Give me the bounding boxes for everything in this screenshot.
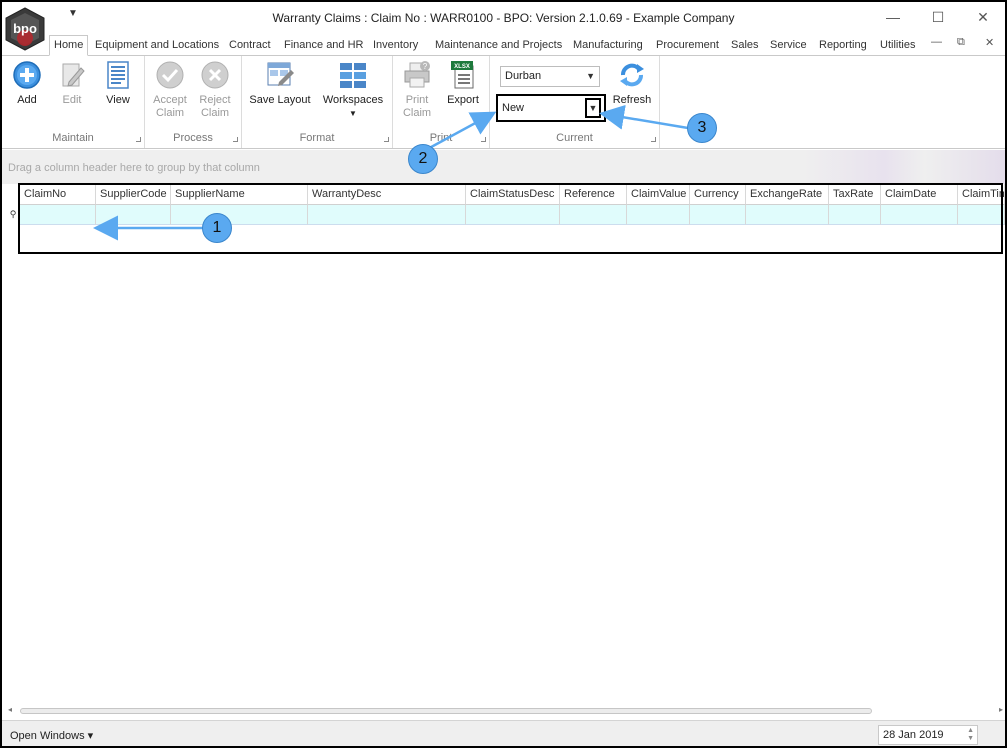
group-current: Durban ▼ New ▼ Refresh Current [490,56,660,148]
refresh-icon [620,63,644,87]
date-value: 28 Jan 2019 [883,729,944,741]
maintain-launcher-icon[interactable] [136,137,141,142]
reject-claim-button[interactable]: Reject Claim [196,60,234,120]
reject-claim-label-2: Claim [200,107,230,119]
status-dropdown-value: New [502,102,525,114]
export-label: Export [447,94,479,106]
status-bar: Open Windows ▾ 28 Jan 2019 ▲ ▼ [2,720,1005,746]
refresh-label: Refresh [612,94,652,106]
group-process: Accept Claim Reject Claim Process [145,56,242,148]
print-claim-button[interactable]: ? Print Claim [399,60,435,120]
print-claim-label-2: Claim [402,107,432,119]
tab-procurement[interactable]: Procurement [656,35,719,56]
scroll-left-icon[interactable]: ◂ [8,705,12,714]
view-document-icon [107,61,129,89]
grid-annotation-box [18,183,1003,254]
add-button[interactable]: Add [10,60,44,107]
group-label-current: Current [556,132,593,144]
tab-maintenance-and-projects[interactable]: Maintenance and Projects [435,35,562,56]
tab-sales[interactable]: Sales [731,35,759,56]
excel-export-icon: XLSX [451,61,474,89]
edit-icon [62,63,85,87]
group-label-format: Format [299,132,335,144]
export-badge-text: XLSX [454,64,470,70]
title-bar: bpo ▼ Warranty Claims : Claim No : WARR0… [2,2,1005,51]
group-label-print: Print [429,132,453,144]
maximize-button[interactable]: ☐ [923,6,953,28]
group-maintain: Add Edit View Maintain [2,56,145,148]
save-layout-label: Save Layout [249,94,311,106]
workspaces-dropdown-icon: ▼ [349,109,357,118]
view-label: View [106,94,130,106]
group-by-panel[interactable]: Drag a column header here to group by th… [2,150,1005,184]
callout-1: 1 [202,213,232,243]
workspaces-label: Workspaces [322,94,384,106]
print-claim-label-1: Print [405,94,429,106]
callout-2: 2 [408,144,438,174]
horizontal-scrollbar[interactable]: ◂ ▸ [6,705,1005,717]
tab-manufacturing[interactable]: Manufacturing [573,35,643,56]
bpo-logo[interactable]: bpo [4,7,46,51]
save-layout-icon [267,62,294,86]
current-launcher-icon[interactable] [651,137,656,142]
group-print: ? Print Claim XLSX Export Print [393,56,490,148]
add-icon [13,61,41,89]
accept-claim-button[interactable]: Accept Claim [151,60,189,120]
accept-claim-label-1: Accept [153,94,187,106]
app-window: bpo ▼ Warranty Claims : Claim No : WARR0… [0,0,1007,748]
logo-text: bpo [13,21,37,36]
tab-equipment-and-locations[interactable]: Equipment and Locations [95,35,219,56]
status-dropdown[interactable]: New ▼ [496,94,606,122]
tab-home[interactable]: Home [49,35,89,56]
group-by-hint: Drag a column header here to group by th… [8,162,260,174]
scroll-right-icon[interactable]: ▸ [999,705,1003,714]
print-launcher-icon[interactable] [481,137,486,142]
site-dropdown-chevron-icon[interactable]: ▼ [586,67,595,86]
close-button[interactable]: ✕ [968,6,998,28]
site-dropdown-value: Durban [505,70,542,82]
x-circle-icon [201,61,229,89]
open-windows-button[interactable]: Open Windows ▾ [10,729,93,742]
refresh-button[interactable]: Refresh [610,60,654,107]
export-button[interactable]: XLSX Export [443,60,483,107]
accept-claim-label-2: Claim [155,107,185,119]
check-icon [156,61,184,89]
scrollbar-thumb[interactable] [20,708,872,714]
tab-contract[interactable]: Contract [229,35,271,56]
tab-reporting[interactable]: Reporting [819,35,867,56]
save-layout-button[interactable]: Save Layout [248,60,312,107]
edit-button[interactable]: Edit [55,60,89,107]
date-field[interactable]: 28 Jan 2019 ▲ ▼ [878,725,978,745]
ribbon-minimize-icon[interactable]: — [931,36,942,48]
ribbon: Add Edit View Maintain Accept Claim Reje… [2,55,1005,149]
add-label: Add [17,94,37,106]
group-label-process: Process [173,132,213,144]
window-title: Warranty Claims : Claim No : WARR0100 - … [272,11,735,25]
process-launcher-icon[interactable] [233,137,238,142]
minimize-button[interactable]: — [878,6,908,28]
printer-icon: ? [404,61,430,88]
edit-label: Edit [62,94,82,106]
workspaces-button[interactable]: Workspaces ▼ [321,60,385,120]
status-dropdown-chevron-icon[interactable]: ▼ [585,98,601,118]
callout-3: 3 [687,113,717,143]
ribbon-restore-icon[interactable]: ⧉ [957,36,965,49]
site-dropdown[interactable]: Durban ▼ [500,66,600,87]
ribbon-close-icon[interactable]: ✕ [985,36,994,49]
tab-finance-and-hr[interactable]: Finance and HR [284,35,364,56]
ribbon-tabs: Home Equipment and Locations Contract Fi… [2,35,1005,56]
format-launcher-icon[interactable] [384,137,389,142]
group-format: Save Layout Workspaces ▼ Format [242,56,393,148]
view-button[interactable]: View [101,60,135,107]
group-label-maintain: Maintain [52,132,94,144]
reject-claim-label-1: Reject [199,94,231,106]
workspaces-grid-icon [340,63,366,88]
tab-service[interactable]: Service [770,35,807,56]
date-spin-icon[interactable]: ▲ ▼ [967,727,974,743]
tab-utilities[interactable]: Utilities [880,35,915,56]
svg-text:?: ? [423,62,428,71]
tab-inventory[interactable]: Inventory [373,35,418,56]
